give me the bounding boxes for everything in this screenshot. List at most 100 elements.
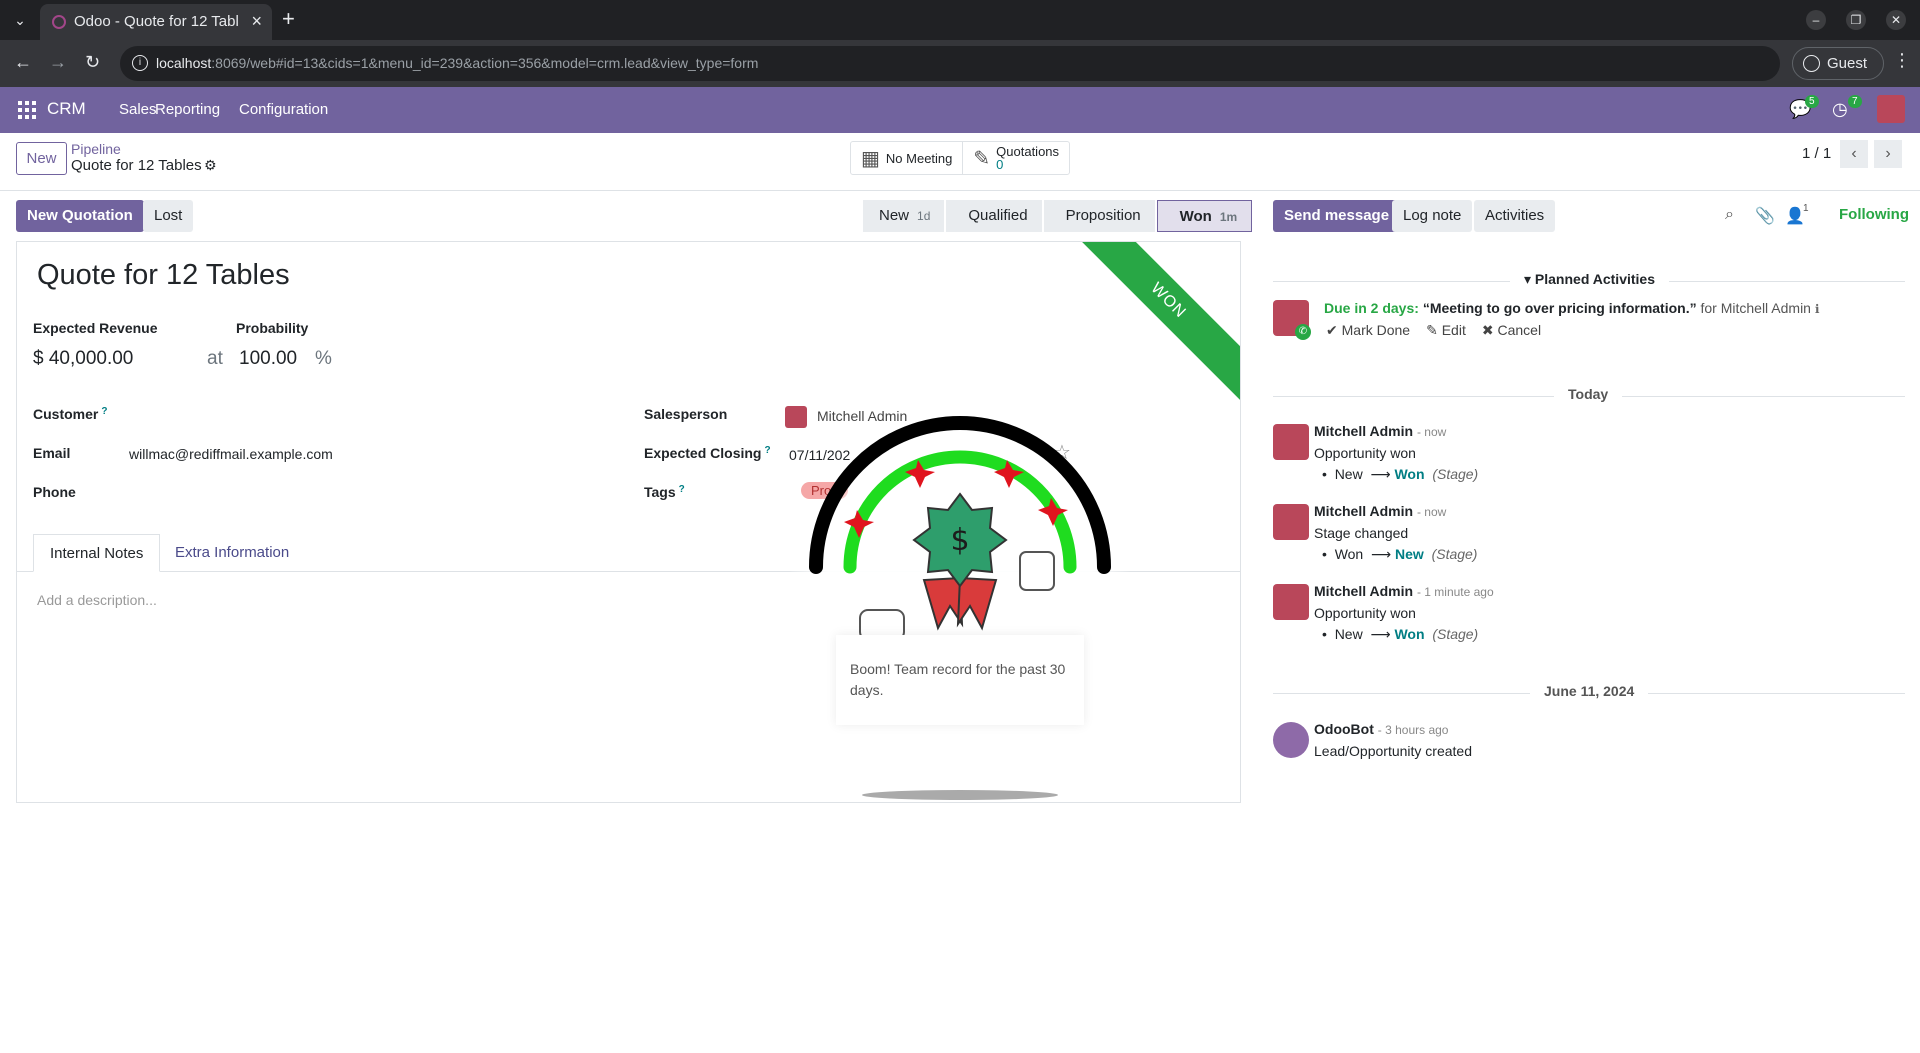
calendar-icon: ▦: [861, 147, 880, 170]
expected-revenue-value[interactable]: $ 40,000.00: [33, 348, 133, 370]
edit-link[interactable]: ✎ Edit: [1426, 322, 1466, 339]
info-icon[interactable]: ℹ: [1815, 302, 1820, 316]
menu-reporting[interactable]: Reporting: [155, 101, 220, 118]
odoo-navbar: CRM Sales Reporting Configuration 💬 5 ◷ …: [0, 87, 1920, 133]
odoo-favicon-icon: [52, 15, 66, 29]
send-message-button[interactable]: Send message: [1273, 200, 1401, 232]
thumbs-up-icon: [1019, 551, 1055, 591]
email-label: Email: [33, 445, 71, 461]
message-avatar: [1273, 504, 1309, 540]
quotations-smart-button[interactable]: ✎ Quotations 0: [962, 142, 1069, 174]
app-menu-icon[interactable]: [18, 101, 36, 119]
menu-configuration[interactable]: Configuration: [239, 101, 328, 118]
following-button[interactable]: Following: [1839, 206, 1909, 223]
messages-badge: 5: [1805, 95, 1819, 108]
probability-label: Probability: [236, 320, 309, 336]
smart-buttons: ▦ No Meeting ✎ Quotations 0: [850, 141, 1071, 175]
description-field[interactable]: Add a description...: [37, 592, 157, 608]
search-icon[interactable]: ⌕: [1725, 206, 1734, 224]
svg-text:$: $: [950, 523, 969, 558]
tab-internal-notes[interactable]: Internal Notes: [33, 534, 161, 572]
stage-name: Won: [1179, 208, 1212, 225]
won-ribbon: WON: [1062, 242, 1240, 407]
minimize-icon[interactable]: –: [1806, 10, 1826, 30]
breadcrumb-pipeline[interactable]: Pipeline: [71, 141, 121, 157]
meeting-label: No Meeting: [885, 150, 953, 166]
url-field[interactable]: i localhost:8069/web#id=13&cids=1&menu_i…: [120, 46, 1780, 81]
pager-value[interactable]: 1 / 1: [1802, 145, 1831, 162]
message-author: Mitchell Admin - now: [1314, 423, 1447, 439]
probability-value[interactable]: 100.00: [239, 348, 297, 370]
celebration-graphic: $: [809, 416, 1111, 641]
restore-icon[interactable]: ❐: [1846, 10, 1866, 30]
phone-label: Phone: [33, 484, 76, 500]
url-path: :8069/web#id=13&cids=1&menu_id=239&actio…: [211, 55, 759, 71]
browser-tabbar: ⌄ Odoo - Quote for 12 Tables × + – ❐ ✕: [0, 0, 1920, 40]
activities-button[interactable]: Activities: [1474, 200, 1556, 232]
activities-clock-icon[interactable]: ◷: [1832, 99, 1848, 120]
at-label: at: [207, 348, 223, 369]
tab-extra-information[interactable]: Extra Information: [159, 534, 305, 572]
log-note-button[interactable]: Log note: [1392, 200, 1473, 232]
next-record-icon[interactable]: ›: [1874, 140, 1902, 168]
quotations-count: 0: [996, 157, 1004, 172]
stage-qualified[interactable]: Qualified: [946, 200, 1042, 232]
site-info-icon[interactable]: i: [132, 55, 148, 71]
message-tracking: • Won ⟶ New (Stage): [1322, 546, 1478, 562]
stage-duration: 1d: [917, 209, 931, 223]
close-tab-icon[interactable]: ×: [251, 11, 262, 32]
planned-title: Planned Activities: [1534, 271, 1655, 287]
previous-record-icon[interactable]: ‹: [1840, 140, 1868, 168]
quotations-label: Quotations: [996, 144, 1060, 159]
stage-name: New: [879, 207, 910, 224]
cancel-link[interactable]: ✖ Cancel: [1482, 322, 1541, 339]
planned-activity: Due in 2 days: “Meeting to go over prici…: [1324, 300, 1819, 316]
stage-new[interactable]: New 1d: [863, 200, 945, 232]
edit-icon: ✎: [973, 147, 991, 170]
help-icon: ?: [678, 484, 685, 495]
address-bar-row: ← → ↻ i localhost:8069/web#id=13&cids=1&…: [0, 40, 1920, 87]
menu-sales[interactable]: Sales: [119, 101, 157, 118]
message-body: Lead/Opportunity created: [1314, 743, 1472, 759]
date-label: June 11, 2024: [1530, 683, 1649, 699]
tab-list-chevron-icon[interactable]: ⌄: [8, 8, 32, 32]
stage-proposition[interactable]: Proposition: [1043, 200, 1155, 232]
back-icon[interactable]: ←: [14, 52, 32, 73]
opportunity-title[interactable]: Quote for 12 Tables: [37, 259, 290, 292]
planned-activities-toggle[interactable]: ▾ Planned Activities: [1510, 271, 1669, 288]
odoobot-avatar: [1273, 722, 1309, 758]
email-value[interactable]: willmac@rediffmail.example.com: [129, 446, 333, 462]
celebration-shadow: [862, 790, 1058, 800]
browser-menu-icon[interactable]: ⋮: [1893, 50, 1911, 71]
customer-label: Customer?: [33, 406, 108, 422]
message-body: Opportunity won: [1314, 605, 1416, 621]
forward-icon[interactable]: →: [49, 52, 67, 73]
activities-badge: 7: [1848, 95, 1862, 108]
gear-icon[interactable]: ⚙: [204, 157, 217, 174]
new-record-button[interactable]: New: [16, 142, 67, 175]
due-label: Due in 2 days:: [1324, 300, 1419, 316]
message-author: OdooBot - 3 hours ago: [1314, 721, 1449, 737]
profile-button[interactable]: Guest: [1792, 47, 1884, 80]
meeting-smart-button[interactable]: ▦ No Meeting: [851, 142, 962, 174]
breadcrumb-current: Quote for 12 Tables: [71, 157, 202, 174]
new-tab-icon[interactable]: +: [282, 6, 295, 32]
tags-label: Tags?: [644, 484, 685, 500]
browser-tab[interactable]: Odoo - Quote for 12 Tables ×: [40, 4, 272, 40]
app-name[interactable]: CRM: [47, 99, 86, 119]
expected-closing-label: Expected Closing?: [644, 445, 771, 461]
help-icon: ?: [101, 406, 108, 417]
followers-icon[interactable]: 👤: [1785, 206, 1805, 226]
attachment-icon[interactable]: 📎: [1755, 206, 1775, 226]
stage-name: Proposition: [1065, 207, 1141, 224]
expected-revenue-label: Expected Revenue: [33, 320, 158, 336]
new-quotation-button[interactable]: New Quotation: [16, 200, 144, 232]
message-avatar: [1273, 424, 1309, 460]
lost-button[interactable]: Lost: [143, 200, 194, 232]
reload-icon[interactable]: ↻: [85, 52, 100, 73]
message-author: Mitchell Admin - now: [1314, 503, 1447, 519]
stage-won[interactable]: Won 1m: [1156, 200, 1253, 232]
user-avatar[interactable]: [1877, 95, 1905, 123]
mark-done-link[interactable]: ✔ Mark Done: [1326, 322, 1410, 339]
close-window-icon[interactable]: ✕: [1886, 10, 1906, 30]
